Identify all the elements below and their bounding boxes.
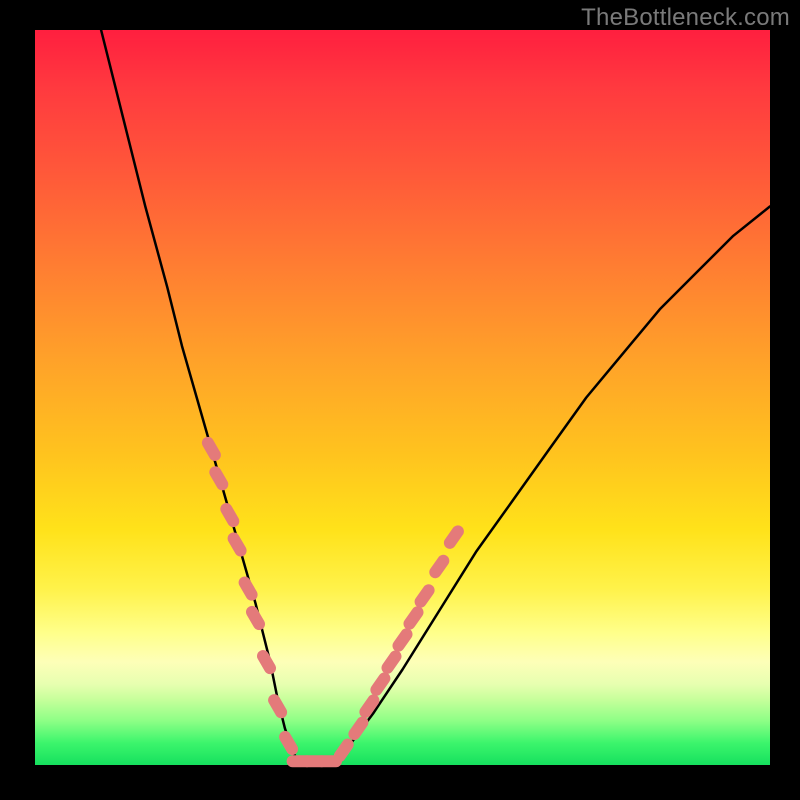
plot-area [35,30,770,765]
bottleneck-curve-svg [35,30,770,765]
curve-marker [390,626,415,654]
curve-marker [236,574,259,603]
bottleneck-curve-path [101,30,770,765]
curve-marker [255,648,278,677]
curve-marker [225,530,248,559]
curve-marker [244,604,267,633]
curve-marker [277,729,300,758]
curve-layer [101,30,770,765]
curve-marker [207,464,230,493]
curve-marker [442,523,467,551]
curve-marker [368,670,393,698]
watermark-text: TheBottleneck.com [581,4,790,32]
curve-marker [200,435,223,464]
marker-layer [200,435,467,768]
chart-frame: TheBottleneck.com [0,0,800,800]
curve-marker [427,552,452,580]
curve-marker [412,582,437,610]
curve-marker [401,604,426,632]
curve-marker [218,501,241,530]
curve-marker [346,714,371,742]
curve-marker [266,692,289,721]
